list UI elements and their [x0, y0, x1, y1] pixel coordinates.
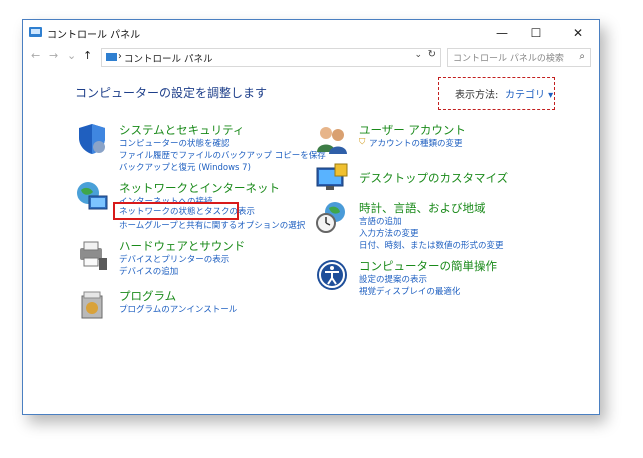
view-by-highlight: 表示方法: カテゴリ ▾: [438, 77, 555, 110]
clock-globe-icon: [316, 202, 345, 233]
category-title[interactable]: コンピューターの簡単操作: [359, 258, 497, 274]
view-by-label: 表示方法:: [455, 90, 499, 101]
recent-locations-dropdown[interactable]: ⌄: [67, 49, 76, 62]
category-user-accounts: ユーザー アカウント ⛉ アカウントの種類の変更: [315, 122, 515, 156]
window-title: コントロール パネル: [47, 30, 141, 41]
link-optimize-visual-display[interactable]: 視覚ディスプレイの最適化: [359, 285, 460, 297]
category-system-security: システムとセキュリティ コンピューターの状態を確認 ファイル履歴でファイルのバッ…: [75, 122, 326, 182]
link-change-account-type[interactable]: アカウントの種類の変更: [369, 137, 463, 149]
category-title[interactable]: ハードウェアとサウンド: [119, 238, 245, 254]
link-devices-printers[interactable]: デバイスとプリンターの表示: [119, 253, 229, 265]
link-homegroup-sharing[interactable]: ホームグループと共有に関するオプションの選択: [119, 219, 305, 231]
printer-icon: [80, 241, 107, 270]
category-ease-of-access: コンピューターの簡単操作 設定の提案の表示 視覚ディスプレイの最適化: [315, 258, 535, 302]
shield-icon: [79, 124, 105, 154]
control-panel-icon: [106, 53, 117, 61]
address-path[interactable]: コントロール パネル: [124, 51, 213, 65]
forward-button[interactable]: →: [49, 49, 58, 62]
link-change-date-format[interactable]: 日付、時刻、または数値の形式の変更: [359, 239, 504, 251]
address-dropdown[interactable]: ⌄: [414, 50, 422, 60]
view-by-dropdown[interactable]: カテゴリ ▾: [505, 86, 553, 101]
link-uninstall-program[interactable]: プログラムのアンインストール: [119, 303, 237, 315]
network-globe-icon: [77, 182, 108, 210]
search-placeholder: コントロール パネルの検索: [453, 54, 564, 64]
back-button[interactable]: ←: [31, 49, 40, 62]
maximize-button[interactable]: ☐: [519, 20, 553, 46]
search-icon[interactable]: ⌕: [579, 51, 585, 62]
address-bar[interactable]: › コントロール パネル ⌄ ↻: [101, 48, 441, 67]
category-clock-language-region: 時計、言語、および地域 言語の追加 入力方法の変更 日付、時刻、または数値の形式…: [315, 200, 555, 256]
link-backup-restore[interactable]: バックアップと復元 (Windows 7): [119, 161, 251, 173]
refresh-button[interactable]: ↻: [428, 49, 436, 60]
link-settings-suggestions[interactable]: 設定の提案の表示: [359, 273, 427, 285]
category-title[interactable]: プログラム: [119, 288, 176, 304]
category-title[interactable]: システムとセキュリティ: [119, 122, 244, 138]
link-change-input-method[interactable]: 入力方法の変更: [359, 227, 419, 239]
page-title: コンピューターの設定を調整します: [75, 86, 268, 100]
network-status-highlight: ネットワークの状態とタスクの表示: [113, 202, 255, 220]
control-panel-icon: [29, 27, 42, 37]
category-title[interactable]: 時計、言語、および地域: [359, 200, 486, 216]
search-input[interactable]: コントロール パネルの検索 ⌕: [447, 48, 591, 67]
link-check-status[interactable]: コンピューターの状態を確認: [119, 137, 230, 149]
user-accounts-icon: [317, 127, 347, 154]
link-file-history[interactable]: ファイル履歴でファイルのバックアップ コピーを保存: [119, 149, 326, 161]
up-button[interactable]: ↑: [83, 49, 92, 62]
close-button[interactable]: ✕: [561, 20, 595, 46]
category-title[interactable]: ネットワークとインターネット: [119, 180, 280, 196]
minimize-button[interactable]: —: [485, 20, 519, 46]
link-add-device[interactable]: デバイスの追加: [119, 265, 178, 277]
category-title[interactable]: デスクトップのカスタマイズ: [359, 170, 508, 186]
category-title[interactable]: ユーザー アカウント: [359, 122, 466, 138]
uac-shield-icon: ⛉: [359, 137, 366, 147]
title-bar: コントロール パネル — ☐ ✕: [23, 20, 599, 46]
address-separator: ›: [118, 51, 122, 62]
desktop-monitor-icon: [316, 163, 348, 190]
programs-box-icon: [81, 291, 103, 319]
category-hardware-sound: ハードウェアとサウンド デバイスとプリンターの表示 デバイスの追加: [75, 238, 305, 278]
control-panel-window: コントロール パネル — ☐ ✕ ← → ⌄ ↑ › コントロール パネル ⌄ …: [22, 19, 600, 415]
link-network-status-tasks[interactable]: ネットワークの状態とタスクの表示: [119, 205, 255, 217]
ease-of-access-icon: [317, 260, 347, 290]
address-row: ← → ⌄ ↑ › コントロール パネル ⌄ ↻ コントロール パネルの検索 ⌕: [23, 46, 599, 68]
category-programs: プログラム プログラムのアンインストール: [75, 288, 305, 324]
link-add-language[interactable]: 言語の追加: [359, 215, 402, 227]
category-desktop-customization: デスクトップのカスタマイズ: [315, 162, 515, 196]
